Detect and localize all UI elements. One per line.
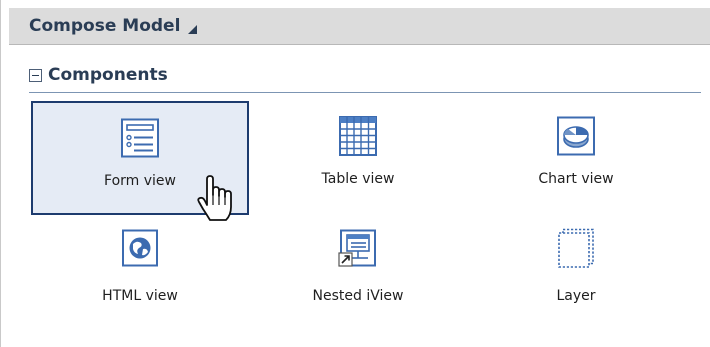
html-view-icon bbox=[122, 229, 158, 267]
nested-iview-icon bbox=[338, 229, 376, 267]
component-tile-layer[interactable]: Layer bbox=[467, 218, 685, 332]
section-title: Components bbox=[48, 65, 168, 85]
components-section-header[interactable]: Components bbox=[29, 63, 168, 87]
component-label: Table view bbox=[321, 171, 395, 187]
collapse-minus-icon[interactable] bbox=[29, 68, 42, 82]
component-label: Nested iView bbox=[312, 288, 404, 304]
component-tile-html-view[interactable]: HTML view bbox=[31, 218, 249, 332]
component-label: HTML view bbox=[102, 288, 178, 304]
form-view-icon bbox=[121, 118, 159, 158]
table-view-icon bbox=[339, 116, 377, 156]
hand-pointer-cursor-icon bbox=[197, 175, 232, 221]
section-divider bbox=[29, 92, 701, 93]
triangle-down-icon[interactable] bbox=[188, 24, 198, 34]
panel-header[interactable]: Compose Model bbox=[9, 8, 710, 45]
panel-title: Compose Model bbox=[29, 16, 181, 36]
component-tile-nested-iview[interactable]: Nested iView bbox=[249, 218, 467, 332]
layer-icon bbox=[558, 228, 594, 268]
component-label: Chart view bbox=[538, 171, 614, 187]
chart-view-icon bbox=[557, 116, 595, 156]
component-tile-table-view[interactable]: Table view bbox=[249, 101, 467, 215]
compose-model-panel: Compose Model Components Form view Table… bbox=[0, 0, 710, 347]
component-tile-chart-view[interactable]: Chart view bbox=[467, 101, 685, 215]
component-label: Layer bbox=[556, 288, 596, 304]
